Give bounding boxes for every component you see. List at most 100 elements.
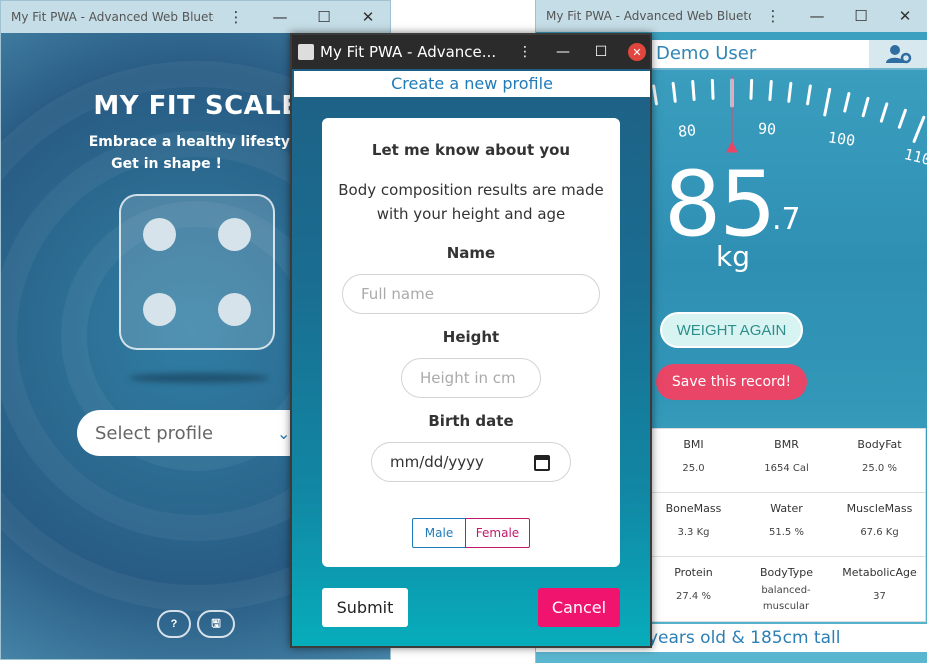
stat-value: 27.4 % <box>676 591 711 602</box>
gauge-tick <box>691 80 696 101</box>
help-button[interactable]: ? <box>157 610 191 638</box>
menu-icon[interactable]: ⋮ <box>751 7 795 25</box>
stat-cell: BoneMass 3.3 Kg <box>647 493 740 557</box>
name-placeholder: Full name <box>361 285 434 303</box>
gauge-tick <box>879 102 889 123</box>
maximize-icon[interactable]: ☐ <box>582 44 620 60</box>
gauge-tick <box>823 87 832 117</box>
user-settings-button[interactable] <box>869 40 927 68</box>
weight-unit: kg <box>716 240 750 273</box>
height-input[interactable]: Height in cm <box>401 358 541 398</box>
left-titlebar: My Fit PWA - Advanced Web Bluetooth ⋮ — … <box>1 1 390 33</box>
gauge-tick <box>806 84 812 106</box>
gauge-tick <box>897 108 907 129</box>
stat-value: 51.5 % <box>769 527 804 538</box>
calendar-icon[interactable] <box>534 455 550 471</box>
female-toggle[interactable]: Female <box>465 518 530 548</box>
left-window-title: My Fit PWA - Advanced Web Bluetooth <box>11 10 214 24</box>
stat-cell: MetabolicAge 37 <box>833 557 926 621</box>
stat-cell: BMI 25.0 <box>647 429 740 493</box>
chevron-down-icon: ⌄ <box>277 423 291 443</box>
menu-icon[interactable]: ⋮ <box>506 44 544 60</box>
stat-label: BodyType <box>759 566 814 579</box>
stat-value: balanced-muscular <box>761 585 811 612</box>
stat-label: Water <box>770 502 803 515</box>
gauge-label: 90 <box>757 119 777 139</box>
scale-foot-dot <box>218 218 251 251</box>
close-icon[interactable]: ✕ <box>883 7 927 25</box>
stat-cell: BodyType balanced-muscular <box>740 557 833 621</box>
right-titlebar: My Fit PWA - Advanced Web Bluetooth ⋮ — … <box>536 0 927 32</box>
gauge-tick <box>749 78 754 100</box>
close-icon[interactable]: ✕ <box>346 8 390 26</box>
gauge-needle <box>726 76 738 153</box>
stat-label: MuscleMass <box>846 502 913 515</box>
dialog-header: Create a new profile <box>294 71 650 97</box>
gauge-tick <box>652 84 658 106</box>
stat-value: 25.0 <box>682 463 705 474</box>
select-profile-placeholder: Select profile <box>95 422 214 444</box>
scale-icon <box>119 194 275 350</box>
stat-cell: MuscleMass 67.6 Kg <box>833 493 926 557</box>
stats-grid: BMI 25.0 BMR 1654 Cal BodyFat 25.0 % BoneMa… <box>646 428 926 622</box>
dialog-titlebar: My Fit PWA - Advance... ⋮ — ☐ ✕ <box>292 35 650 69</box>
gauge-tick <box>710 78 715 100</box>
save-icon[interactable]: 🖫 <box>197 610 235 638</box>
gauge-tick <box>843 92 851 113</box>
weight-decimal: .7 <box>772 202 801 237</box>
gauge-label: 100 <box>826 128 857 150</box>
stat-label: BodyFat <box>857 438 902 451</box>
minimize-icon[interactable]: — <box>258 8 302 26</box>
stat-cell: Protein 27.4 % <box>647 557 740 621</box>
gauge-tick <box>787 81 793 103</box>
stat-label: Protein <box>674 566 713 579</box>
scale-foot-dot <box>143 218 176 251</box>
name-label: Name <box>446 244 496 262</box>
app-icon <box>298 44 314 60</box>
scale-foot-dot <box>143 293 176 326</box>
stat-label: BoneMass <box>665 502 722 515</box>
scale-shadow <box>129 373 269 383</box>
stat-label: MetabolicAge <box>842 566 917 579</box>
height-placeholder: Height in cm <box>420 369 516 387</box>
stat-value: 1654 Cal <box>764 463 809 474</box>
stat-value: 67.6 Kg <box>860 527 899 538</box>
maximize-icon[interactable]: ☐ <box>839 7 883 25</box>
stat-value: 25.0 % <box>862 463 897 474</box>
stat-cell: BMR 1654 Cal <box>740 429 833 493</box>
birth-date-value: mm/dd/yyyy <box>390 453 484 471</box>
dialog-window-title: My Fit PWA - Advance... <box>320 43 497 61</box>
minimize-icon[interactable]: — <box>544 44 582 60</box>
gauge-tick <box>671 81 677 103</box>
submit-button[interactable]: Submit <box>322 588 408 627</box>
stat-label: BMR <box>774 438 799 451</box>
card-title: Let me know about you <box>371 141 571 159</box>
card-description: Body composition results are made with y… <box>338 181 604 223</box>
cancel-button[interactable]: Cancel <box>538 588 620 627</box>
gauge-tick <box>912 115 926 143</box>
profile-form-card: Let me know about you Body composition r… <box>322 118 620 567</box>
gauge-tick <box>768 80 773 101</box>
weigh-again-button[interactable]: WEIGHT AGAIN <box>660 312 803 348</box>
right-window-title: My Fit PWA - Advanced Web Bluetooth <box>546 9 751 23</box>
stat-cell: Water 51.5 % <box>740 493 833 557</box>
menu-icon[interactable]: ⋮ <box>214 8 258 26</box>
stat-cell: BodyFat 25.0 % <box>833 429 926 493</box>
stat-value: 3.3 Kg <box>677 527 710 538</box>
male-toggle[interactable]: Male <box>412 518 466 548</box>
stat-label: BMI <box>683 438 704 451</box>
user-cog-icon <box>885 45 911 64</box>
create-profile-window: My Fit PWA - Advance... ⋮ — ☐ ✕ Create a… <box>290 33 652 648</box>
save-record-button[interactable]: Save this record! <box>656 364 807 400</box>
name-input[interactable]: Full name <box>342 274 600 314</box>
birth-date-label: Birth date <box>428 412 514 430</box>
scale-foot-dot <box>218 293 251 326</box>
maximize-icon[interactable]: ☐ <box>302 8 346 26</box>
close-icon[interactable]: ✕ <box>628 43 646 61</box>
minimize-icon[interactable]: — <box>795 7 839 25</box>
gauge-label: 80 <box>677 121 697 141</box>
birth-date-input[interactable]: mm/dd/yyyy <box>371 442 571 482</box>
gauge-tick <box>861 96 870 118</box>
height-label: Height <box>442 328 500 346</box>
stat-value: 37 <box>873 591 886 602</box>
